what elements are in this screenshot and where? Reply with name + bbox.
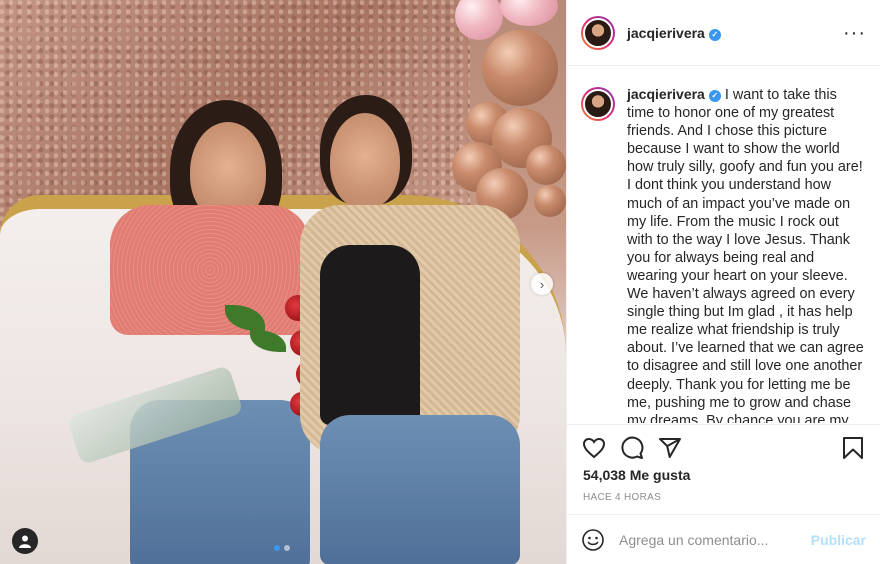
caption-text: jacqierivera ✓ I want to take this time t… xyxy=(627,85,866,423)
carousel-dot xyxy=(284,545,290,551)
tagged-users-button[interactable] xyxy=(12,528,38,554)
action-bar xyxy=(567,424,880,470)
comment-bar: Publicar xyxy=(567,514,880,564)
caption-avatar[interactable] xyxy=(581,87,615,121)
save-button[interactable] xyxy=(840,435,866,461)
post-time[interactable]: HACE 4 HORAS xyxy=(583,492,661,503)
user-icon xyxy=(19,535,31,548)
post-comment-button[interactable]: Publicar xyxy=(811,532,866,548)
username-text[interactable]: jacqierivera xyxy=(627,25,705,41)
caption: jacqierivera ✓ I want to take this time t… xyxy=(581,85,866,423)
comment-icon xyxy=(621,436,644,459)
post-side-panel: jacqierivera ✓ ··· jacqierivera ✓ I want t… xyxy=(566,0,880,564)
comment-button[interactable] xyxy=(619,435,645,461)
balloon xyxy=(455,0,503,40)
share-button[interactable] xyxy=(657,435,683,461)
balloon xyxy=(500,0,558,26)
verified-icon: ✓ xyxy=(708,90,721,102)
post-header: jacqierivera ✓ ··· xyxy=(567,0,880,66)
comment-input[interactable] xyxy=(619,531,811,548)
caption-username-text[interactable]: jacqierivera xyxy=(627,86,705,102)
carousel-dot xyxy=(274,545,280,551)
like-button[interactable] xyxy=(581,435,607,461)
more-options-icon[interactable]: ··· xyxy=(843,23,866,43)
caption-body: I want to take this time to honor one of… xyxy=(627,87,864,423)
like-count[interactable]: 54,038 Me gusta xyxy=(583,467,690,483)
emoji-icon[interactable] xyxy=(581,528,605,552)
heart-icon xyxy=(582,437,606,458)
verified-icon: ✓ xyxy=(708,28,721,41)
header-username[interactable]: jacqierivera ✓ xyxy=(627,25,721,41)
avatar[interactable] xyxy=(581,15,615,50)
carousel-next-button[interactable]: › xyxy=(531,273,553,295)
carousel-indicator xyxy=(274,545,290,551)
send-icon xyxy=(659,437,681,458)
bookmark-icon xyxy=(843,436,863,459)
person-right xyxy=(290,95,540,564)
caption-username[interactable]: jacqierivera ✓ xyxy=(627,86,721,102)
caption-area[interactable]: jacqierivera ✓ I want to take this time t… xyxy=(567,67,880,423)
post-photo[interactable]: › xyxy=(0,0,566,564)
